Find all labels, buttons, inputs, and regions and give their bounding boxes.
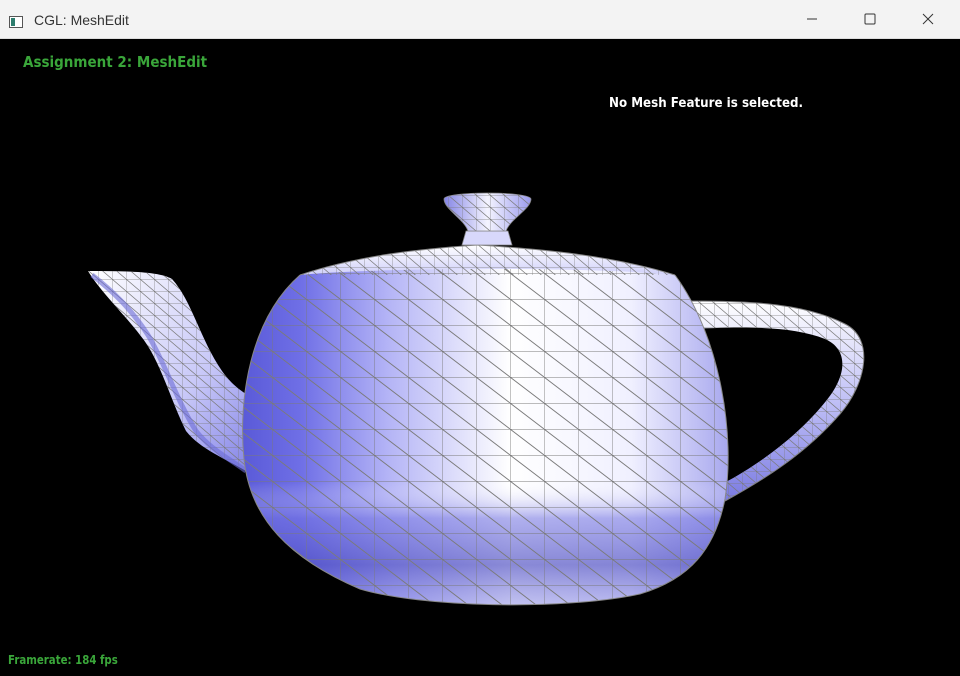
- minimize-icon: [807, 18, 817, 20]
- window-title: CGL: MeshEdit: [34, 12, 129, 28]
- teapot-lid: [299, 192, 676, 276]
- maximize-icon: [864, 13, 876, 25]
- selection-status: No Mesh Feature is selected.: [609, 95, 804, 111]
- close-button[interactable]: [899, 0, 957, 38]
- teapot-mesh[interactable]: [0, 39, 960, 676]
- minimize-button[interactable]: [783, 0, 841, 38]
- title-bar[interactable]: CGL: MeshEdit: [0, 0, 960, 39]
- teapot-body: [242, 266, 729, 606]
- close-icon: [922, 13, 934, 25]
- render-viewport[interactable]: Assignment 2: MeshEdit No Mesh Feature i…: [0, 39, 960, 676]
- assignment-title: Assignment 2: MeshEdit: [23, 53, 208, 71]
- maximize-button[interactable]: [841, 0, 899, 38]
- teapot-spout: [88, 271, 256, 474]
- framerate-value: 184 fps: [75, 653, 118, 667]
- framerate-readout: Framerate: 184 fps: [8, 653, 118, 667]
- app-window: CGL: MeshEdit Assignment 2: MeshEdit No …: [0, 0, 960, 676]
- framerate-label: Framerate:: [8, 653, 72, 667]
- app-icon: [9, 13, 23, 28]
